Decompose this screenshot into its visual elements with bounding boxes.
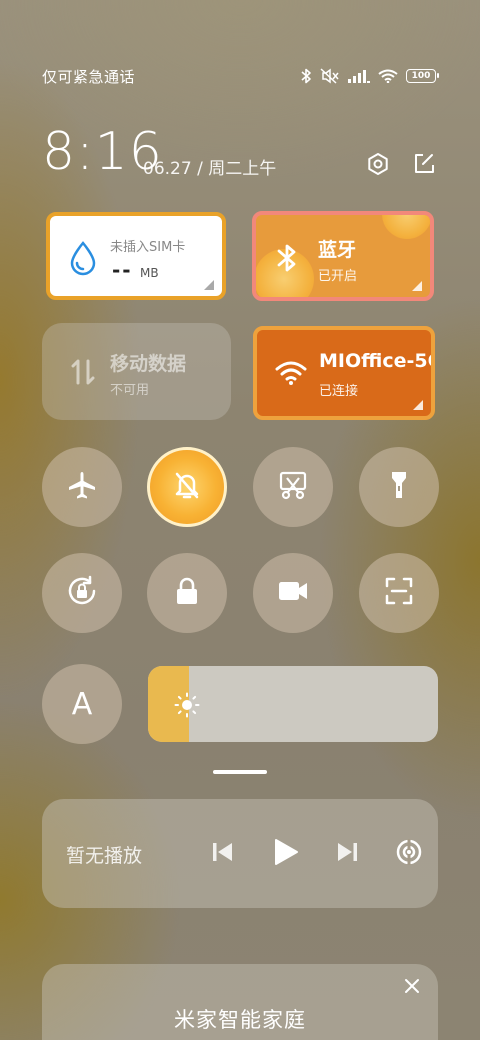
lock-icon xyxy=(174,576,200,610)
previous-icon[interactable] xyxy=(210,837,236,871)
status-icons: 100 xyxy=(300,68,439,84)
auto-brightness-label: A xyxy=(71,686,93,722)
bluetooth-label: 蓝牙 xyxy=(318,239,357,261)
status-bar: 仅可紧急通话 100 xyxy=(42,64,439,88)
battery-icon: 100 xyxy=(406,69,439,83)
expand-corner-icon xyxy=(204,280,214,290)
edit-icon[interactable] xyxy=(412,152,436,180)
airplane-icon xyxy=(66,469,98,505)
scan-icon xyxy=(384,576,414,610)
scanner-toggle[interactable] xyxy=(359,553,439,633)
signal-icon xyxy=(348,69,370,83)
bluetooth-status: 已开启 xyxy=(318,269,358,284)
video-camera-icon xyxy=(277,579,309,607)
expand-corner-icon xyxy=(413,400,423,410)
header: 8:16 06.27 / 周二上午 xyxy=(42,124,436,184)
airplane-mode-toggle[interactable] xyxy=(42,447,122,527)
battery-level: 100 xyxy=(411,71,431,81)
bluetooth-icon xyxy=(300,68,312,84)
mute-icon xyxy=(320,68,340,84)
data-arrows-icon xyxy=(70,357,96,391)
lock-screen-toggle[interactable] xyxy=(147,553,227,633)
brightness-slider[interactable] xyxy=(148,666,438,742)
auto-brightness-button[interactable]: A xyxy=(42,664,122,744)
bell-off-icon xyxy=(173,470,201,504)
date: 06.27 / 周二上午 xyxy=(143,159,277,179)
smart-home-title: 米家智能家庭 xyxy=(174,1008,306,1032)
expand-corner-icon xyxy=(412,281,422,291)
silent-mode-toggle[interactable] xyxy=(147,447,227,527)
data-usage-tile[interactable]: 未插入SIM卡 -- MB xyxy=(46,212,226,300)
mobile-data-status: 不可用 xyxy=(110,383,150,398)
bluetooth-icon xyxy=(276,243,298,277)
flashlight-toggle[interactable] xyxy=(359,447,439,527)
mobile-data-label: 移动数据 xyxy=(110,353,187,375)
media-status: 暂无播放 xyxy=(66,845,143,867)
orange-decoration xyxy=(382,215,430,239)
wifi-ssid: MIOffice-5G xyxy=(319,350,435,372)
play-icon[interactable] xyxy=(270,837,300,871)
smart-home-card[interactable]: 米家智能家庭 xyxy=(42,964,438,1040)
wifi-status: 已连接 xyxy=(319,384,359,399)
cast-icon[interactable] xyxy=(394,837,424,871)
water-drop-icon xyxy=(68,240,98,280)
scissors-icon xyxy=(278,470,308,504)
rotation-lock-toggle[interactable] xyxy=(42,553,122,633)
next-icon[interactable] xyxy=(334,837,360,871)
screenshot-toggle[interactable] xyxy=(253,447,333,527)
rotation-lock-icon xyxy=(65,574,99,612)
wifi-icon xyxy=(275,360,307,390)
carrier-text: 仅可紧急通话 xyxy=(42,67,136,86)
flashlight-icon xyxy=(388,469,410,505)
mobile-data-tile[interactable]: 移动数据 不可用 xyxy=(42,323,231,420)
wifi-tile[interactable]: MIOffice-5G 已连接 xyxy=(253,326,435,420)
close-icon[interactable] xyxy=(404,978,420,998)
media-player-card[interactable]: 暂无播放 xyxy=(42,799,438,908)
wifi-icon xyxy=(378,69,398,83)
data-usage-value: -- xyxy=(112,258,133,282)
sim-status: 未插入SIM卡 xyxy=(110,240,186,255)
drag-handle[interactable] xyxy=(213,770,267,774)
data-usage-unit: MB xyxy=(140,266,159,280)
screen-record-toggle[interactable] xyxy=(253,553,333,633)
bluetooth-tile[interactable]: 蓝牙 已开启 xyxy=(252,211,434,301)
sun-icon xyxy=(174,692,200,722)
settings-icon[interactable] xyxy=(366,152,390,180)
